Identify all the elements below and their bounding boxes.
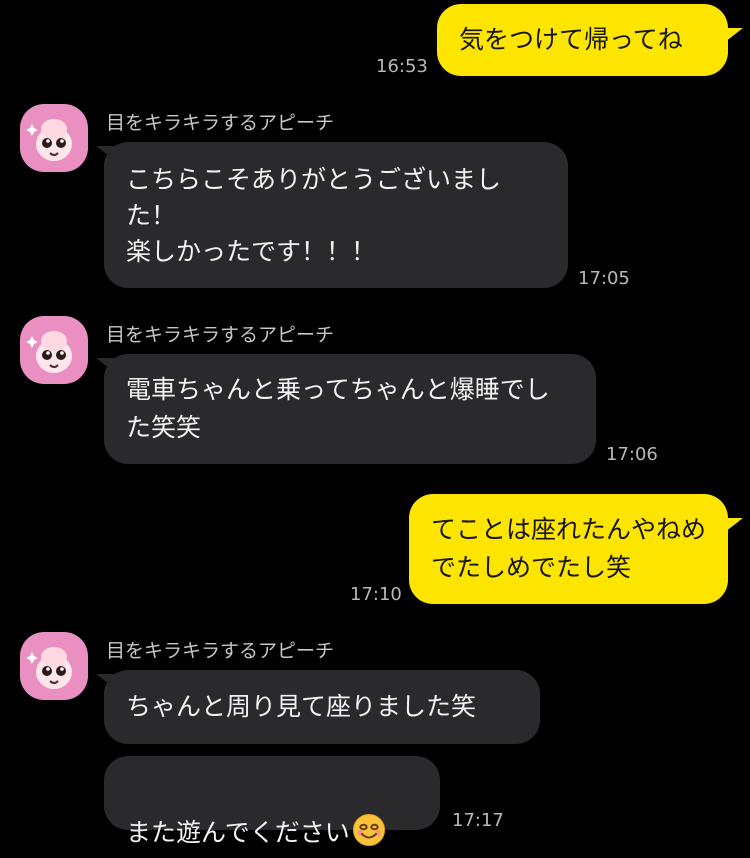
bubble-tail [725, 28, 743, 42]
message-time: 17:05 [578, 268, 630, 289]
bubble-tail [725, 518, 743, 532]
received-message-bubble[interactable]: ちゃんと周り見て座りました笑 [104, 670, 540, 744]
peach-character-icon [26, 119, 72, 161]
received-message-bubble[interactable]: こちらこそありがとうございました！ 楽しかったです！！！ [104, 142, 568, 288]
peach-character-icon [26, 331, 72, 373]
sent-message-bubble[interactable]: 気をつけて帰ってね [437, 4, 728, 76]
sent-message-bubble[interactable]: てことは座れたんやねめでたしめでたし笑 [409, 494, 728, 604]
avatar[interactable] [20, 104, 88, 172]
sender-name: 目をキラキラするアピーチ [106, 640, 335, 662]
received-message-bubble[interactable]: また遊んでください [104, 756, 440, 847]
avatar[interactable] [20, 632, 88, 700]
message-text: また遊んでください [126, 818, 350, 847]
received-message-bubble[interactable]: 電車ちゃんと乗ってちゃんと爆睡でした笑笑 [104, 354, 596, 464]
smiling-face-icon [352, 814, 385, 846]
message-time: 17:06 [606, 444, 658, 465]
peach-character-icon [26, 647, 72, 689]
sender-name: 目をキラキラするアピーチ [106, 324, 335, 346]
message-time: 16:53 [376, 56, 428, 77]
message-time: 17:17 [452, 810, 504, 831]
avatar[interactable] [20, 316, 88, 384]
sender-name: 目をキラキラするアピーチ [106, 112, 335, 134]
message-time: 17:10 [350, 584, 402, 605]
